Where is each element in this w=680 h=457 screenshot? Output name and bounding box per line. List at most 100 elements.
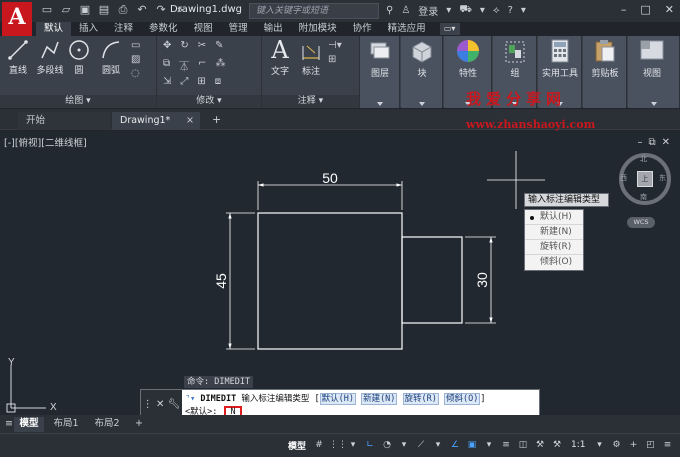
object-snap-icon[interactable]: ▣ xyxy=(465,438,479,452)
maximize-icon[interactable]: □ xyxy=(640,3,650,16)
fillet-icon[interactable]: ⌐ xyxy=(198,58,206,73)
tab-default[interactable]: 默认 xyxy=(36,22,72,36)
customize-icon[interactable]: 🔧︎ xyxy=(168,399,181,410)
dimension-small-height[interactable]: 30 xyxy=(465,236,496,324)
mirror-icon[interactable]: ⏄ xyxy=(179,58,189,73)
grid-icon[interactable]: # xyxy=(312,438,326,452)
viewcube-east[interactable]: 东 xyxy=(659,173,666,183)
polyline-tool[interactable]: 多段线 xyxy=(34,39,66,76)
chevron-down-icon[interactable]: ▾ xyxy=(446,5,451,16)
tab-annotate[interactable]: 注释 xyxy=(106,22,141,36)
tab-drawing1[interactable]: Drawing1* × xyxy=(112,112,200,130)
move-icon[interactable]: ✥ xyxy=(163,40,171,51)
chevron-down-icon[interactable]: ▾ xyxy=(397,438,411,452)
draw-panel-title[interactable]: 绘图 ▾ xyxy=(0,95,156,108)
annotation-scale[interactable]: 1:1 xyxy=(571,438,585,452)
array-icon[interactable]: ⊞ xyxy=(197,76,205,87)
chevron-down-icon[interactable]: ▾ xyxy=(431,438,445,452)
option-rotate[interactable]: 旋转(R) xyxy=(525,240,583,255)
modify-panel-title[interactable]: 修改 ▾ xyxy=(157,95,261,108)
annotation-autoscale-icon[interactable]: ⚒ xyxy=(550,438,564,452)
viewcube-west[interactable]: 西 xyxy=(620,173,627,183)
tab-view[interactable]: 视图 xyxy=(186,22,221,36)
trim-icon[interactable]: ✂ xyxy=(198,40,206,51)
layers-panel[interactable]: 图层 xyxy=(360,36,400,108)
chevron-down-icon[interactable]: ▾ xyxy=(482,438,496,452)
tab-featured-apps[interactable]: 精选应用 xyxy=(380,22,434,36)
settings-icon[interactable]: ⚙ xyxy=(609,438,623,452)
option-default[interactable]: 默认(H) xyxy=(525,210,583,225)
add-layout-button[interactable]: + xyxy=(132,417,146,432)
help-icon[interactable]: ? xyxy=(508,5,513,16)
user-icon[interactable]: ♙ xyxy=(401,5,410,16)
dimension-height[interactable]: 45 xyxy=(213,212,255,350)
rectangle-icon[interactable]: ▭ xyxy=(131,40,140,51)
model-space-button[interactable]: 模型 xyxy=(288,439,306,452)
cmd-option-rotate[interactable]: 旋转(R) xyxy=(402,393,439,405)
save-icon[interactable]: ▣ xyxy=(78,3,92,17)
leader-icon[interactable]: ⊣▾ xyxy=(328,40,342,51)
explode-icon[interactable]: ⁂ xyxy=(216,58,226,73)
tab-manage[interactable]: 管理 xyxy=(221,22,256,36)
arc-tool[interactable]: 圆弧 xyxy=(96,39,126,76)
plus-icon[interactable]: + xyxy=(626,438,640,452)
dimension-tool[interactable]: 标注 xyxy=(298,40,324,77)
command-line[interactable]: ⋮ ✕ 🔧︎ ⌝▾ DIMEDIT 输入标注编辑类型 [默认(H) 新建(N) … xyxy=(140,389,540,418)
lineweight-icon[interactable]: ≡ xyxy=(499,438,513,452)
tab-output[interactable]: 输出 xyxy=(256,22,291,36)
share-icon[interactable]: ⟡ xyxy=(493,5,500,16)
undo-icon[interactable]: ↶ xyxy=(135,3,149,17)
ellipse-icon[interactable]: ◌ xyxy=(131,68,140,79)
tab-addins[interactable]: 附加模块 xyxy=(291,22,345,36)
recent-commands-icon[interactable]: ⌝▾ xyxy=(185,394,195,404)
tab-insert[interactable]: 插入 xyxy=(71,22,106,36)
drawing-canvas[interactable]: [-][俯视][二维线框] – ⧉ ✕ 50 45 30 Y X 输入标注编辑类… xyxy=(0,131,680,418)
line-tool[interactable]: 直线 xyxy=(4,39,32,76)
close-icon[interactable]: ✕ xyxy=(156,399,164,410)
viewcube-south[interactable]: 南 xyxy=(640,192,647,202)
clipboard-panel[interactable]: 剪贴板 xyxy=(583,36,627,108)
view-panel[interactable]: 视图 xyxy=(628,36,680,108)
add-tab-button[interactable]: + xyxy=(212,113,221,126)
viewcube-top-face[interactable]: 上 xyxy=(637,171,653,187)
viewcube[interactable]: 北 南 东 西 上 xyxy=(619,153,671,205)
wcs-menu[interactable]: WCS xyxy=(627,217,655,228)
main-rectangle[interactable] xyxy=(257,212,403,350)
tab-layout1[interactable]: 布局1 xyxy=(48,417,84,432)
dimension-width[interactable]: 50 xyxy=(257,170,403,210)
offset-icon[interactable]: ⧈ xyxy=(215,76,221,87)
open-icon[interactable]: ▱ xyxy=(59,3,73,17)
polar-icon[interactable]: ◔ xyxy=(380,438,394,452)
small-rectangle[interactable] xyxy=(401,236,463,324)
copy-icon[interactable]: ⧉ xyxy=(163,58,170,73)
table-icon[interactable]: ⊞ xyxy=(328,54,342,65)
customize-icon[interactable]: ≡ xyxy=(660,438,674,452)
rotate-icon[interactable]: ↻ xyxy=(180,40,188,51)
tab-collaborate[interactable]: 协作 xyxy=(345,22,380,36)
annotation-visibility-icon[interactable]: ⚒ xyxy=(533,438,547,452)
hatch-icon[interactable]: ▨ xyxy=(131,54,140,65)
new-icon[interactable]: ▭ xyxy=(40,3,54,17)
annotation-panel-title[interactable]: 注释 ▾ xyxy=(262,95,359,108)
text-tool[interactable]: A 文字 xyxy=(266,38,294,77)
stretch-icon[interactable]: ⇲ xyxy=(163,76,171,87)
block-panel[interactable]: 块 xyxy=(401,36,443,108)
ortho-icon[interactable]: ∟ xyxy=(363,438,377,452)
plot-icon[interactable]: ⎙ xyxy=(116,3,130,17)
transparency-icon[interactable]: ◫ xyxy=(516,438,530,452)
cart-icon[interactable]: ⛟ xyxy=(459,4,472,17)
option-oblique[interactable]: 倾斜(O) xyxy=(525,255,583,270)
chevron-down-icon[interactable]: ▾ xyxy=(521,5,526,16)
login-label[interactable]: 登录 xyxy=(418,3,438,18)
tab-start[interactable]: 开始 xyxy=(18,112,110,130)
isodraft-icon[interactable]: ⟋ xyxy=(414,438,428,452)
minimize-icon[interactable]: – xyxy=(621,3,627,16)
search-input[interactable]: 键入关键字或短语 xyxy=(249,3,379,19)
chevron-down-icon[interactable]: ▾ xyxy=(480,5,485,16)
erase-icon[interactable]: ✎ xyxy=(215,40,223,51)
object-snap-tracking-icon[interactable]: ∠ xyxy=(448,438,462,452)
snap-icon[interactable]: ⋮⋮ xyxy=(329,438,347,452)
cmd-option-default[interactable]: 默认(H) xyxy=(319,393,356,405)
units-icon[interactable]: ◰ xyxy=(643,438,657,452)
cmd-option-new[interactable]: 新建(N) xyxy=(361,393,398,405)
